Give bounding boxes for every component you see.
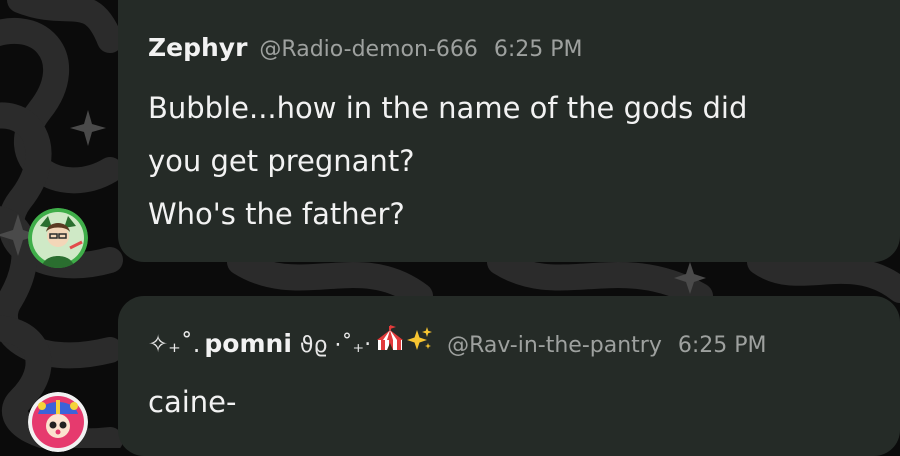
author-handle[interactable]: @Rav-in-the-pantry [447,333,662,358]
message-line: Bubble...how in the name of the gods did [148,91,748,125]
message-line: Who's the father? [148,197,405,231]
author-handle[interactable]: @Radio-demon-666 [259,37,477,62]
timestamp: 6:25 PM [493,37,583,62]
name-decoration-suffix: ϑϱ ⋅˚₊‧ [299,333,372,358]
name-decoration-prefix: ✧₊˚. [148,330,201,358]
author-name[interactable]: pomni [204,329,292,358]
message-line: you get pregnant? [148,144,415,178]
avatar[interactable] [28,392,88,452]
message-bubble[interactable]: Zephyr @Radio-demon-666 6:25 PM Bubble..… [118,0,900,262]
message-line: caine- [148,385,237,419]
timestamp: 6:25 PM [677,333,767,358]
message-header: ✧₊˚. pomni ϑϱ ⋅˚₊‧ @Rav-in-the-pantry 6:… [148,324,767,358]
author-name[interactable]: Zephyr [148,33,247,62]
message-header: Zephyr @Radio-demon-666 6:25 PM [148,33,583,62]
circus-tent-icon [377,325,404,350]
message-text: Bubble...how in the name of the gods did… [148,82,747,241]
sparkles-icon [407,327,433,350]
message-text: caine- [148,376,236,429]
message-bubble[interactable]: ✧₊˚. pomni ϑϱ ⋅˚₊‧ @Rav-in-the-pantry 6:… [118,296,900,456]
avatar[interactable] [28,208,88,268]
clown-character-avatar-icon [28,392,88,452]
green-character-avatar-icon [28,208,88,268]
